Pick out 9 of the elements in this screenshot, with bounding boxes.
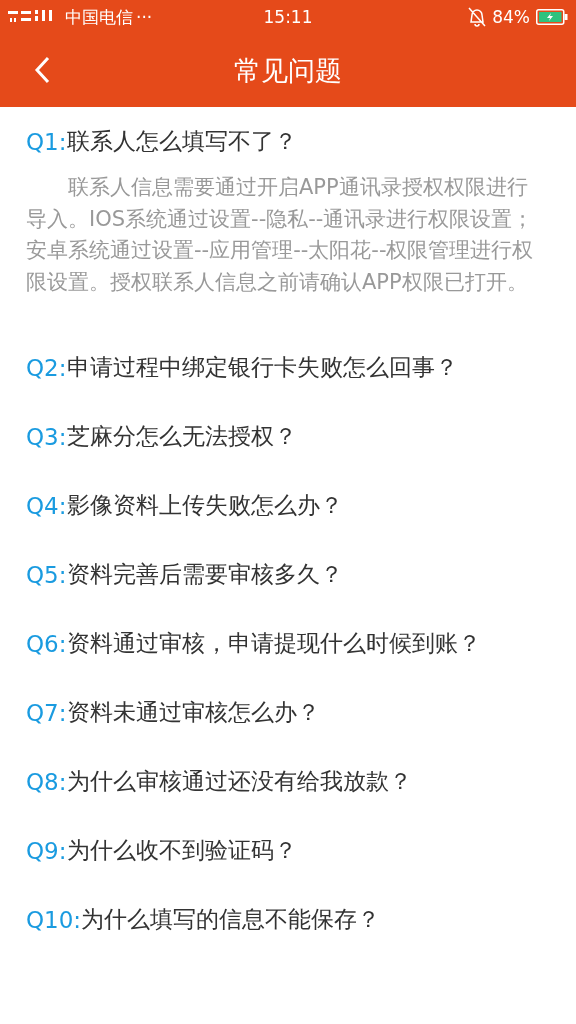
page-title: 常见问题 [234, 53, 342, 88]
status-time: 15:11 [262, 7, 314, 27]
battery-percent: 84% [492, 7, 530, 27]
battery-charging-icon [536, 9, 568, 25]
muted-bell-icon [468, 7, 487, 27]
answer-text: 联系人信息需要通过开启APP通讯录授权权限进行导入。IOS系统通过设置--隐私--通讯录进行权限设置；安卓系统通过设置--应用管理--太阳花--权限管理进行权限设置。授权联系人信息之前请确认APP权限已打开。 [25, 174, 535, 296]
carrier-name: 中国电信 [65, 5, 133, 29]
back-chevron-icon [34, 56, 50, 84]
more-indicator: ··· [136, 7, 153, 27]
